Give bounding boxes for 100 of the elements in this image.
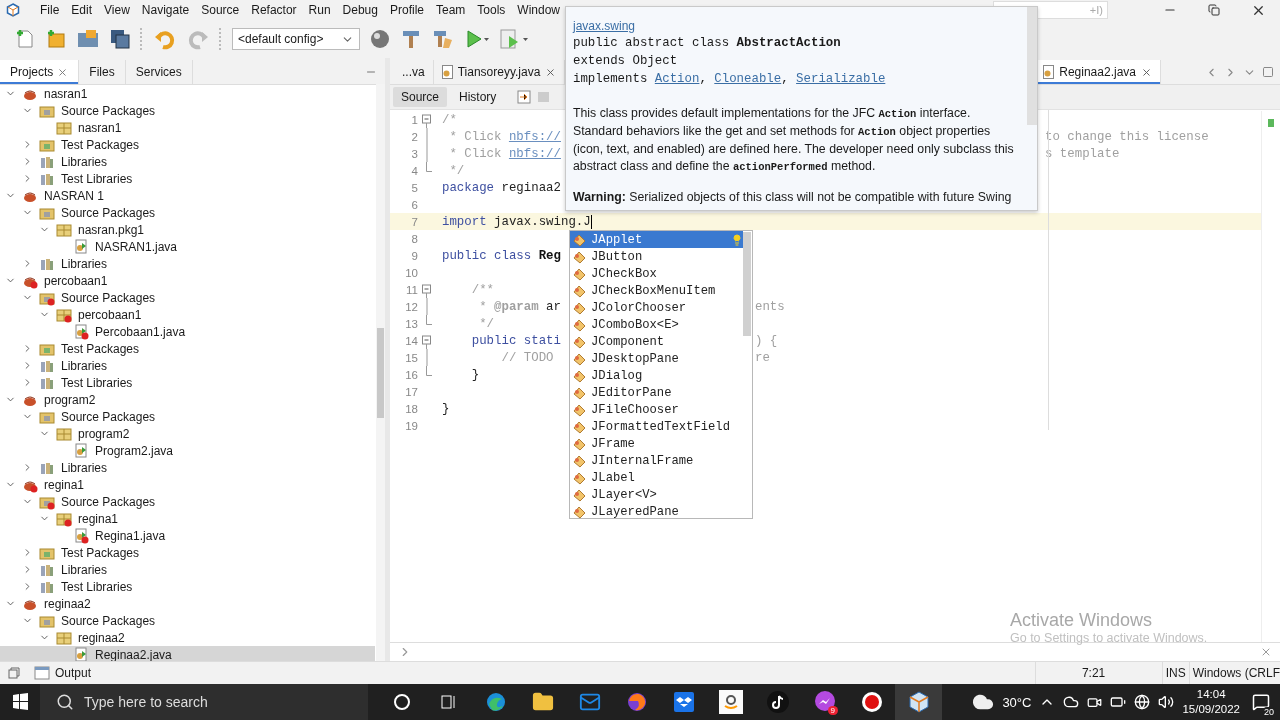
tree-item[interactable]: Test Libraries	[0, 578, 375, 595]
completion-item[interactable]: JButton	[570, 248, 743, 265]
completion-item[interactable]: JLayer<V>	[570, 486, 743, 503]
chat-bubble-icon[interactable]	[812, 690, 837, 714]
tree-item[interactable]: Test Libraries	[0, 374, 375, 391]
tree-item[interactable]: Source Packages	[0, 289, 375, 306]
completion-item[interactable]: JComponent	[570, 333, 743, 350]
sphere-icon[interactable]	[369, 28, 391, 50]
completion-item[interactable]: JLayeredPane	[570, 503, 743, 520]
new-file-icon[interactable]	[14, 28, 36, 50]
panel-tab[interactable]: Projects	[0, 60, 80, 84]
menu-item[interactable]: Refactor	[245, 3, 303, 17]
tree-item[interactable]: nasran1	[0, 119, 375, 136]
tree-item[interactable]: NASRAN1.java	[0, 238, 375, 255]
completion-item[interactable]: JCheckBoxMenuItem	[570, 282, 743, 299]
close-icon[interactable]	[545, 66, 557, 78]
tree-item[interactable]: Test Packages	[0, 340, 375, 357]
tree-item[interactable]: program2	[0, 425, 375, 442]
tree-item[interactable]: Libraries	[0, 357, 375, 374]
tree-item[interactable]: Source Packages	[0, 612, 375, 629]
cloud-sync-icon[interactable]	[1063, 694, 1080, 710]
tree-item[interactable]: Source Packages	[0, 204, 375, 221]
tree-item[interactable]: regina1	[0, 476, 375, 493]
output-tab[interactable]: Output	[34, 666, 92, 680]
completion-item[interactable]: JDialog	[570, 367, 743, 384]
folder-icon[interactable]	[531, 691, 554, 713]
scrollbar[interactable]	[376, 84, 385, 661]
completion-item[interactable]: JLabel	[570, 469, 743, 486]
menu-item[interactable]: Edit	[65, 3, 99, 17]
menu-item[interactable]: Tools	[471, 3, 512, 17]
menu-item[interactable]: Window	[511, 3, 567, 17]
fold-toggle-icon[interactable]	[422, 332, 431, 349]
scrollbar-thumb[interactable]	[743, 232, 751, 336]
config-dropdown[interactable]: <default config>	[232, 28, 360, 50]
tree-item[interactable]: regina1	[0, 510, 375, 527]
lightbulb-icon[interactable]	[731, 233, 743, 246]
tree-item[interactable]: Program2.java	[0, 442, 375, 459]
taskbar-search-field[interactable]: Type here to search	[40, 684, 368, 720]
debug-icon[interactable]	[499, 28, 529, 50]
clean-build-icon[interactable]	[431, 28, 455, 50]
completion-item[interactable]: JColorChooser	[570, 299, 743, 316]
fold-toggle-icon[interactable]	[422, 111, 431, 128]
tree-item[interactable]: percobaan1	[0, 306, 375, 323]
completion-item[interactable]: JInternalFrame	[570, 452, 743, 469]
menu-item[interactable]: File	[34, 3, 66, 17]
close-icon[interactable]	[1141, 66, 1152, 78]
tree-item[interactable]: Regina1.java	[0, 527, 375, 544]
completion-item[interactable]: JApplet	[570, 231, 743, 248]
menu-item[interactable]: View	[98, 3, 136, 17]
tree-item[interactable]: reginaa2	[0, 595, 375, 612]
tree-item[interactable]: Source Packages	[0, 102, 375, 119]
volume-icon[interactable]	[1158, 694, 1175, 710]
tree-item[interactable]: Test Packages	[0, 544, 375, 561]
open-folder-icon[interactable]	[76, 28, 100, 50]
menu-item[interactable]: Navigate	[135, 3, 196, 17]
network-icon[interactable]	[1134, 694, 1151, 710]
tree-item[interactable]: NASRAN 1	[0, 187, 375, 204]
tree-item[interactable]: reginaa2	[0, 629, 375, 646]
completion-item[interactable]: JDesktopPane	[570, 350, 743, 367]
redo-icon[interactable]	[186, 28, 210, 50]
package-link[interactable]: javax.swing	[573, 19, 1023, 35]
clock[interactable]: 14:04 15/09/2022	[1182, 687, 1240, 717]
envelope-icon[interactable]	[578, 691, 601, 713]
tree-item[interactable]: Libraries	[0, 153, 375, 170]
run-icon[interactable]	[464, 28, 490, 50]
completion-item[interactable]: JFrame	[570, 435, 743, 452]
task-view-icon[interactable]	[439, 693, 458, 711]
menu-item[interactable]: Run	[302, 3, 337, 17]
view-tab[interactable]: History	[451, 87, 505, 107]
taskbar-app[interactable]	[895, 684, 942, 720]
swirl-icon[interactable]	[484, 691, 507, 713]
notifications-button[interactable]: 20	[1248, 687, 1274, 717]
menu-item[interactable]: Profile	[384, 3, 430, 17]
tree-item[interactable]: nasran.pkg1	[0, 221, 375, 238]
last-edit-icon[interactable]	[516, 89, 533, 105]
tree-item[interactable]: percobaan1	[0, 272, 375, 289]
cube-logo-icon[interactable]	[6, 3, 20, 17]
close-icon[interactable]	[57, 66, 69, 78]
circle-icon[interactable]	[392, 693, 411, 711]
tree-item[interactable]: Source Packages	[0, 408, 375, 425]
menu-item[interactable]: Source	[195, 3, 246, 17]
menu-item[interactable]: Team	[430, 3, 472, 17]
restore-window-icon[interactable]	[8, 667, 20, 679]
completion-item[interactable]: JFileChooser	[570, 401, 743, 418]
completion-item[interactable]: JFormattedTextField	[570, 418, 743, 435]
tree-item[interactable]: Reginaa2.java	[0, 646, 375, 661]
tree-item[interactable]: Source Packages	[0, 493, 375, 510]
completion-item[interactable]: JEditorPane	[570, 384, 743, 401]
taskbar-app[interactable]: 9	[801, 684, 848, 720]
record-icon[interactable]	[859, 690, 884, 714]
tree-item[interactable]: Percobaan1.java	[0, 323, 375, 340]
tree-item[interactable]: Libraries	[0, 459, 375, 476]
undo-icon[interactable]	[153, 28, 177, 50]
tree-item[interactable]: nasran1	[0, 85, 375, 102]
editor-tab[interactable]: Reginaa2.java	[1035, 60, 1161, 84]
save-all-icon[interactable]	[109, 28, 131, 50]
completion-item[interactable]: JComboBox<E>	[570, 316, 743, 333]
open-box-icon[interactable]	[672, 691, 695, 713]
menu-item[interactable]: Debug	[336, 3, 384, 17]
battery-icon[interactable]	[1110, 694, 1127, 710]
